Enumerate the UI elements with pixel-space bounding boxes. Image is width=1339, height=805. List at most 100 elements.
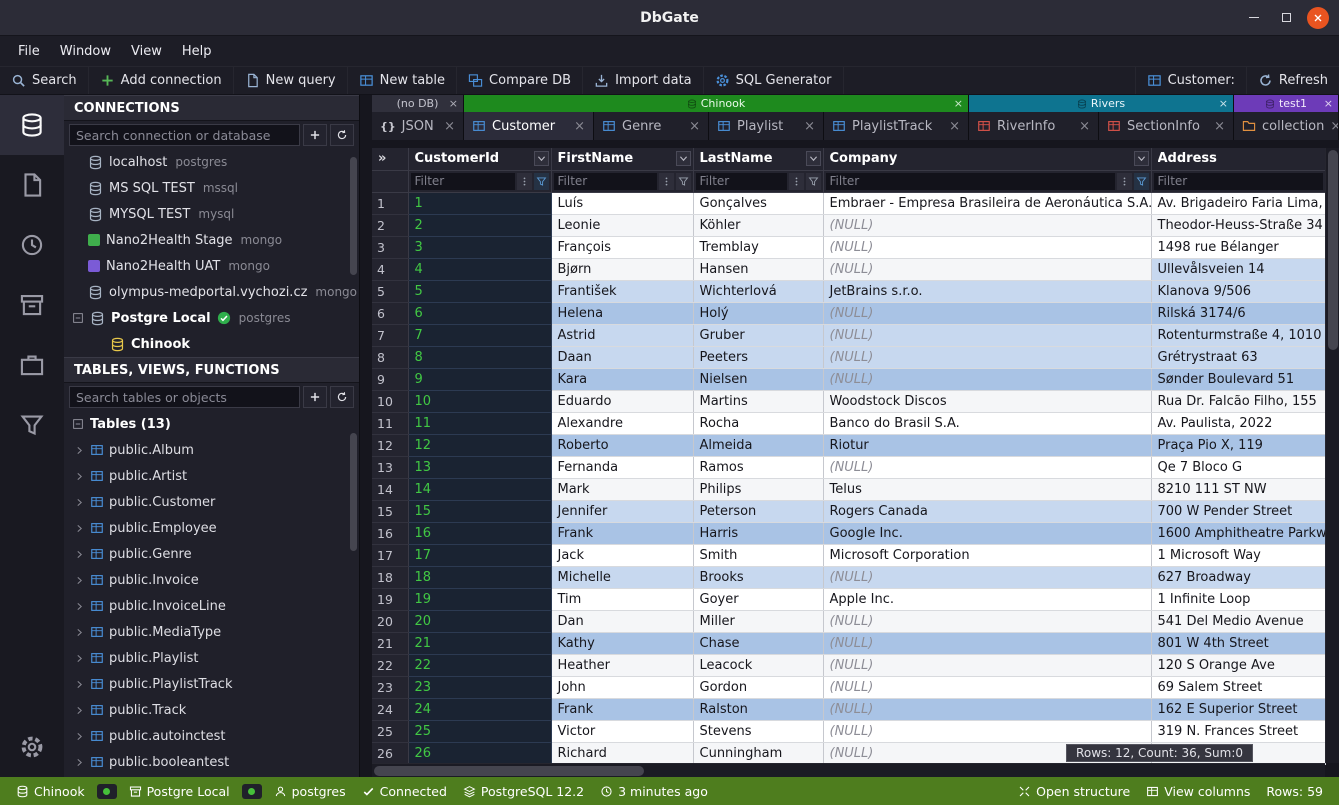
cell-address[interactable]: 801 W 4th Street — [1151, 632, 1325, 654]
column-header-customerid[interactable]: CustomerId — [408, 148, 551, 170]
cell-address[interactable]: Rilská 3174/6 — [1151, 302, 1325, 324]
cell-customerid[interactable]: 12 — [408, 434, 551, 456]
cell-firstname[interactable]: Bjørn — [551, 258, 693, 280]
cell-company[interactable]: Woodstock Discos — [823, 390, 1151, 412]
cell-firstname[interactable]: Luís — [551, 192, 693, 214]
cell-address[interactable]: Av. Brigadeiro Faria Lima, 2170 — [1151, 192, 1325, 214]
filter-funnel-icon[interactable] — [806, 173, 821, 190]
filter-menu-icon[interactable] — [659, 173, 674, 190]
cell-firstname[interactable]: Victor — [551, 720, 693, 742]
titlebar[interactable]: DbGate — [0, 0, 1339, 36]
cell-lastname[interactable]: Köhler — [693, 214, 823, 236]
cell-lastname[interactable]: Ralston — [693, 698, 823, 720]
table-row[interactable]: 1010EduardoMartinsWoodstock DiscosRua Dr… — [372, 390, 1325, 412]
row-number[interactable]: 4 — [372, 258, 408, 280]
cell-customerid[interactable]: 25 — [408, 720, 551, 742]
table-row[interactable]: 1919TimGoyerApple Inc.1 Infinite Loop — [372, 588, 1325, 610]
cell-address[interactable]: 319 N. Frances Street — [1151, 720, 1325, 742]
cell-customerid[interactable]: 18 — [408, 566, 551, 588]
iconbar-history[interactable] — [0, 215, 64, 275]
cell-lastname[interactable]: Stevens — [693, 720, 823, 742]
cell-company[interactable]: (NULL) — [823, 720, 1151, 742]
cell-firstname[interactable]: Jack — [551, 544, 693, 566]
cell-company[interactable]: (NULL) — [823, 214, 1151, 236]
cell-lastname[interactable]: Leacock — [693, 654, 823, 676]
connection-mysql-test[interactable]: MYSQL TESTmysql — [64, 201, 359, 227]
menu-help[interactable]: Help — [172, 44, 222, 59]
connection-chinook[interactable]: Chinook — [64, 331, 359, 357]
table-row[interactable]: 2525VictorStevens(NULL)319 N. Frances St… — [372, 720, 1325, 742]
grid-vertical-scrollbar[interactable] — [1325, 148, 1339, 763]
scrollbar-thumb[interactable] — [1328, 150, 1338, 350]
row-number[interactable]: 17 — [372, 544, 408, 566]
menu-window[interactable]: Window — [50, 44, 121, 59]
table-item-public-album[interactable]: public.Album — [64, 437, 359, 463]
cell-address[interactable]: Praça Pio X, 119 — [1151, 434, 1325, 456]
cell-customerid[interactable]: 24 — [408, 698, 551, 720]
tab-group-no-db[interactable]: (no DB)× — [372, 95, 464, 112]
table-item-public-artist[interactable]: public.Artist — [64, 463, 359, 489]
column-header-firstname[interactable]: FirstName — [551, 148, 693, 170]
filter-input-lastname[interactable] — [696, 173, 787, 190]
toolbar-new-query[interactable]: New query — [234, 67, 348, 94]
connection-nano2health-stage[interactable]: Nano2Health Stagemongo — [64, 227, 359, 253]
tab-collection[interactable]: collection× — [1234, 112, 1339, 140]
cell-address[interactable]: Grétrystraat 63 — [1151, 346, 1325, 368]
cell-lastname[interactable]: Martins — [693, 390, 823, 412]
toolbar-new-table[interactable]: New table — [348, 67, 457, 94]
cell-customerid[interactable]: 4 — [408, 258, 551, 280]
status-open-structure[interactable]: Open structure — [1010, 784, 1138, 799]
table-row[interactable]: 22LeonieKöhler(NULL)Theodor-Heuss-Straße… — [372, 214, 1325, 236]
cell-address[interactable]: 1 Microsoft Way — [1151, 544, 1325, 566]
cell-company[interactable]: (NULL) — [823, 566, 1151, 588]
connection-postgre-local[interactable]: Postgre Localpostgres — [64, 305, 359, 331]
menu-file[interactable]: File — [8, 44, 50, 59]
filter-funnel-icon[interactable] — [1134, 173, 1149, 190]
table-item-public-genre[interactable]: public.Genre — [64, 541, 359, 567]
cell-firstname[interactable]: František — [551, 280, 693, 302]
tables-search-input[interactable] — [69, 386, 300, 408]
cell-customerid[interactable]: 10 — [408, 390, 551, 412]
cell-address[interactable]: Qe 7 Bloco G — [1151, 456, 1325, 478]
row-number[interactable]: 10 — [372, 390, 408, 412]
close-icon[interactable]: × — [1324, 97, 1333, 110]
cell-lastname[interactable]: Chase — [693, 632, 823, 654]
table-row[interactable]: 33FrançoisTremblay(NULL)1498 rue Bélange… — [372, 236, 1325, 258]
table-item-public-booleantest[interactable]: public.booleantest — [64, 749, 359, 775]
row-number[interactable]: 26 — [372, 742, 408, 764]
close-icon[interactable]: × — [804, 119, 815, 134]
cell-address[interactable]: 1600 Amphitheatre Parkway — [1151, 522, 1325, 544]
row-number[interactable]: 18 — [372, 566, 408, 588]
cell-firstname[interactable]: Alexandre — [551, 412, 693, 434]
connection-ms-sql-test[interactable]: MS SQL TESTmssql — [64, 175, 359, 201]
cell-customerid[interactable]: 2 — [408, 214, 551, 236]
status-postgres[interactable]: postgres — [266, 784, 354, 799]
cell-company[interactable]: Embraer - Empresa Brasileira de Aeronáut… — [823, 192, 1151, 214]
row-number[interactable]: 12 — [372, 434, 408, 456]
cell-company[interactable]: (NULL) — [823, 346, 1151, 368]
cell-address[interactable]: 700 W Pender Street — [1151, 500, 1325, 522]
table-item-public-mediatype[interactable]: public.MediaType — [64, 619, 359, 645]
close-icon[interactable]: × — [949, 119, 960, 134]
toolbar-customer[interactable]: Customer: — [1135, 67, 1246, 94]
table-row[interactable]: 1111AlexandreRochaBanco do Brasil S.A.Av… — [372, 412, 1325, 434]
cell-firstname[interactable]: Roberto — [551, 434, 693, 456]
cell-company[interactable]: (NULL) — [823, 610, 1151, 632]
table-row[interactable]: 11LuísGonçalvesEmbraer - Empresa Brasile… — [372, 192, 1325, 214]
connection-nano2health-uat[interactable]: Nano2Health UATmongo — [64, 253, 359, 279]
cell-customerid[interactable]: 3 — [408, 236, 551, 258]
tab-playlisttrack[interactable]: PlaylistTrack× — [824, 112, 969, 140]
filter-menu-icon[interactable] — [789, 173, 804, 190]
close-icon[interactable]: × — [1214, 119, 1225, 134]
row-number[interactable]: 8 — [372, 346, 408, 368]
status-rows-59[interactable]: Rows: 59 — [1258, 784, 1331, 799]
column-header-lastname[interactable]: LastName — [693, 148, 823, 170]
toolbar-sql-generator[interactable]: SQL Generator — [704, 67, 844, 94]
cell-company[interactable]: (NULL) — [823, 368, 1151, 390]
cell-company[interactable]: Telus — [823, 478, 1151, 500]
table-item-public-playlisttrack[interactable]: public.PlaylistTrack — [64, 671, 359, 697]
column-header-company[interactable]: Company — [823, 148, 1151, 170]
cell-company[interactable]: Apple Inc. — [823, 588, 1151, 610]
connection-olympus-medportal-vychozi-cz[interactable]: olympus-medportal.vychozi.czmongo — [64, 279, 359, 305]
cell-customerid[interactable]: 15 — [408, 500, 551, 522]
